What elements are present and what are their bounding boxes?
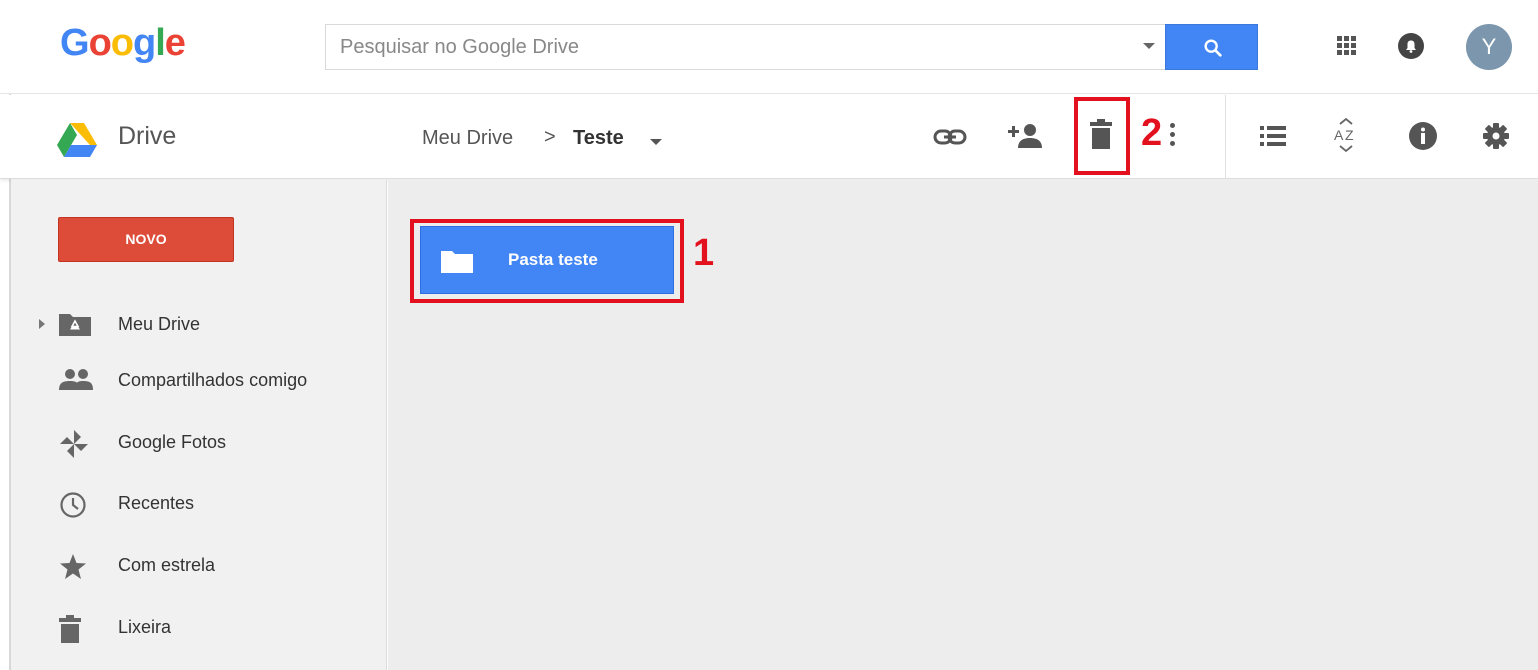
sidebar-item-google-fotos[interactable]: Google Fotos [11,420,387,464]
folder-name: Pasta teste [508,250,598,269]
breadcrumb-separator: > [544,126,556,148]
search-button[interactable] [1165,24,1258,70]
photos-pinwheel-icon [60,430,88,458]
add-person-icon[interactable] [1008,122,1044,150]
top-bar: Google Y [0,0,1538,94]
caret-down-icon[interactable] [1143,43,1155,49]
avatar[interactable]: Y [1466,24,1512,70]
bell-icon[interactable] [1396,31,1426,61]
sidebar-item-label: Compartilhados comigo [118,370,308,390]
folder-icon [441,251,473,273]
file-area[interactable]: Pasta teste 1 [388,180,1538,670]
sidebar-item-lixeira[interactable]: Lixeira [11,605,387,649]
clock-icon [60,492,86,518]
apps-grid-icon[interactable] [1337,36,1357,56]
toolbar-divider [1225,95,1226,179]
logo-letter: l [155,22,166,64]
breadcrumb-dropdown-icon[interactable] [650,139,662,145]
search-box [325,24,1166,70]
list-view-icon[interactable] [1260,126,1286,146]
search-input[interactable] [326,25,1116,69]
sort-az-icon[interactable]: A Z [1333,118,1359,154]
breadcrumb-current[interactable]: Teste [573,127,624,150]
star-icon [60,554,86,579]
sidebar-item-label: Com estrela [118,555,216,575]
sidebar-item-label: Recentes [118,493,195,513]
sidebar: NOVO Meu Drive Compartilhados comigo Goo… [11,180,387,670]
sidebar-item-label: Google Fotos [118,432,227,452]
logo-letter: o [110,22,134,64]
sidebar-item-com-estrela[interactable]: Com estrela [11,543,387,587]
svg-text:A: A [1334,127,1344,143]
search-icon [1204,39,1222,57]
trash-icon [59,615,81,643]
google-logo[interactable]: Google [60,22,186,65]
trash-icon[interactable] [1090,119,1112,149]
annotation-number-2: 2 [1141,112,1163,154]
sidebar-item-recentes[interactable]: Recentes [11,481,387,525]
settings-icon[interactable] [1483,123,1509,149]
sidebar-item-label: Meu Drive [118,314,201,334]
app-title[interactable]: Drive [118,122,176,151]
logo-letter: g [133,22,156,64]
new-button[interactable]: NOVO [58,217,234,262]
expand-arrow-icon[interactable] [39,319,45,329]
svg-text:Z: Z [1345,127,1354,143]
sidebar-item-compartilhados[interactable]: Compartilhados comigo [11,358,387,402]
more-vert-icon[interactable] [1170,123,1176,149]
annotation-number-1: 1 [693,232,715,274]
logo-letter: e [164,22,186,64]
sidebar-item-meu-drive[interactable]: Meu Drive [11,302,387,346]
people-icon [59,369,93,390]
sidebar-item-label: Lixeira [118,617,172,637]
logo-letter: o [88,22,112,64]
drive-toolbar: Drive Meu Drive > Teste 2 A Z [0,95,1538,179]
link-icon[interactable] [933,127,967,147]
info-icon[interactable] [1408,121,1438,151]
logo-letter: G [60,22,90,64]
my-drive-folder-icon [59,314,91,336]
drive-logo-icon [57,123,97,157]
breadcrumb-root[interactable]: Meu Drive [422,127,513,150]
folder-item[interactable]: Pasta teste [420,226,674,294]
